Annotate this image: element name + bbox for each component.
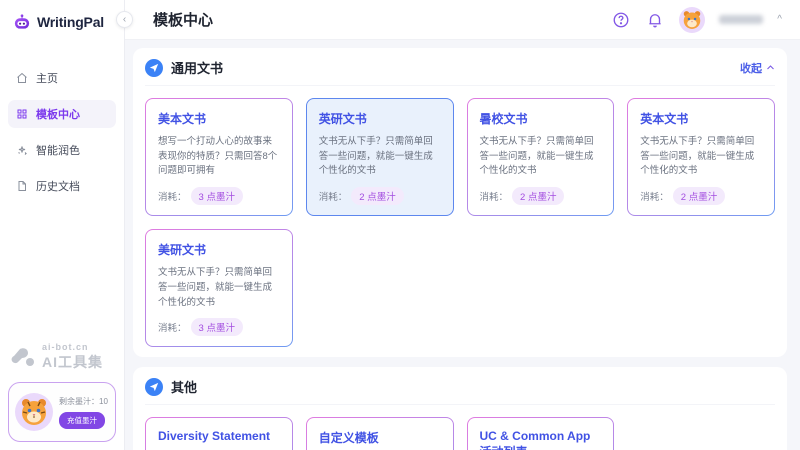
document-icon — [16, 180, 28, 192]
sparkles-icon — [16, 144, 28, 156]
section-header: 其他 — [145, 377, 775, 405]
card-title: 暑校文书 — [480, 110, 602, 127]
sidebar-item-label: 智能润色 — [36, 142, 80, 158]
template-card-us-undergrad[interactable]: 美本文书 想写一个打动人心的故事来表现你的特质？只需回答8个问题即可拥有 消耗：… — [145, 98, 293, 216]
cost-label: 消耗： — [640, 189, 669, 203]
cost-label: 消耗： — [158, 189, 187, 203]
template-card-uk-grad[interactable]: 英研文书 文书无从下手？只需简单回答一些问题，就能一键生成个性化的文书 消耗： … — [306, 98, 454, 216]
ai-bot-logo-icon — [10, 346, 36, 368]
card-title: Diversity Statement — [158, 429, 280, 443]
section-title: 通用文书 — [171, 58, 223, 77]
card-grid-row-1: 美本文书 想写一个打动人心的故事来表现你的特质？只需回答8个问题即可拥有 消耗：… — [145, 98, 775, 216]
main-area: 模板中心 — [125, 0, 800, 450]
template-card-us-grad[interactable]: 美研文书 文书无从下手？只需简单回答一些问题，就能一键生成个性化的文书 消耗： … — [145, 229, 293, 347]
watermark-title: AI工具集 — [42, 352, 103, 372]
top-bar: 模板中心 — [125, 0, 800, 40]
card-desc: 文书无从下手？只需简单回答一些问题，就能一键生成个性化的文书 — [640, 135, 762, 179]
paper-plane-icon — [145, 378, 163, 396]
grid-icon — [16, 108, 28, 120]
card-grid-row-1: Diversity Statement 把你的独特经历告诉墨宝，就能讲述你不一样… — [145, 417, 775, 450]
watermark-domain: ai-bot.cn — [42, 342, 103, 352]
topbar-actions: ^ — [611, 7, 782, 33]
card-title: 英本文书 — [640, 110, 762, 127]
card-title: 英研文书 — [319, 110, 441, 127]
remaining-ink-label: 剩余墨汁：10 — [59, 396, 108, 407]
section-other: 其他 Diversity Statement 把你的独特经历告诉墨宝，就能讲述你… — [133, 367, 787, 450]
cost-badge: 3 点墨汁 — [191, 187, 243, 205]
chevron-up-icon[interactable]: ^ — [777, 14, 782, 25]
card-title: 自定义模板 — [319, 429, 441, 446]
recharge-ink-button[interactable]: 充值墨汁 — [59, 412, 105, 429]
sidebar-menu: 主页 模板中心 智能润色 历史文档 — [0, 64, 124, 200]
help-icon[interactable] — [611, 10, 631, 30]
chevron-up-icon — [766, 63, 775, 72]
card-desc: 想写一个打动人心的故事来表现你的特质？只需回答8个问题即可拥有 — [158, 135, 280, 179]
tiger-avatar — [15, 393, 53, 431]
sidebar-item-label: 模板中心 — [36, 106, 80, 122]
chevron-left-icon: ‹ — [123, 14, 126, 25]
collapse-section-link[interactable]: 收起 — [740, 60, 775, 76]
card-desc: 文书无从下手？只需简单回答一些问题，就能一键生成个性化的文书 — [158, 266, 280, 310]
section-header: 通用文书 收起 — [145, 58, 775, 86]
user-avatar[interactable] — [679, 7, 705, 33]
writingpal-robot-icon — [12, 12, 32, 32]
username-redacted — [719, 15, 763, 24]
bell-icon[interactable] — [645, 10, 665, 30]
section-general-essays: 通用文书 收起 美本文书 想写一个打动人心的故事来表现你的特质？只需回答8个问题… — [133, 48, 787, 357]
sidebar: WritingPal ‹ 主页 模板中心 智能润色 — [0, 0, 125, 450]
card-title: 美研文书 — [158, 241, 280, 258]
card-title: 美本文书 — [158, 110, 280, 127]
paper-plane-icon — [145, 59, 163, 77]
template-card-uc-common-app-activity-list[interactable]: UC & Common App 活动列表 总是拿捏不准限定的字数？交给我们！ 消… — [467, 417, 615, 450]
card-title: UC & Common App 活动列表 — [480, 429, 602, 450]
app-name: WritingPal — [37, 14, 104, 30]
sidebar-item-smart-polish[interactable]: 智能润色 — [8, 136, 116, 164]
template-card-uk-undergrad[interactable]: 英本文书 文书无从下手？只需简单回答一些问题，就能一键生成个性化的文书 消耗： … — [627, 98, 775, 216]
sidebar-item-label: 主页 — [36, 70, 58, 86]
card-grid-row-2: 美研文书 文书无从下手？只需简单回答一些问题，就能一键生成个性化的文书 消耗： … — [145, 229, 775, 347]
sidebar-collapse-button[interactable]: ‹ — [116, 11, 133, 28]
ink-balance-card: 剩余墨汁：10 充值墨汁 — [8, 382, 116, 442]
content-scroll-area: 通用文书 收起 美本文书 想写一个打动人心的故事来表现你的特质？只需回答8个问题… — [125, 40, 800, 450]
template-card-summer-school[interactable]: 暑校文书 文书无从下手？只需简单回答一些问题，就能一键生成个性化的文书 消耗： … — [467, 98, 615, 216]
template-card-diversity-statement[interactable]: Diversity Statement 把你的独特经历告诉墨宝，就能讲述你不一样… — [145, 417, 293, 450]
app-window: WritingPal ‹ 主页 模板中心 智能润色 — [0, 0, 800, 450]
logo[interactable]: WritingPal — [0, 0, 124, 42]
cost-label: 消耗： — [158, 320, 187, 334]
cost-badge: 2 点墨汁 — [351, 187, 403, 205]
cost-label: 消耗： — [480, 189, 509, 203]
cost-label: 消耗： — [319, 189, 348, 203]
cost-badge: 3 点墨汁 — [191, 318, 243, 336]
page-title: 模板中心 — [153, 9, 213, 30]
cost-badge: 2 点墨汁 — [512, 187, 564, 205]
sidebar-item-label: 历史文档 — [36, 178, 80, 194]
template-card-custom-template[interactable]: 自定义模板 根据自身的需求，自行设计问题的模版，并且可以保存和收藏在未来使用 消… — [306, 417, 454, 450]
sidebar-item-home[interactable]: 主页 — [8, 64, 116, 92]
card-desc: 文书无从下手？只需简单回答一些问题，就能一键生成个性化的文书 — [480, 135, 602, 179]
cost-badge: 2 点墨汁 — [673, 187, 725, 205]
sidebar-item-history-docs[interactable]: 历史文档 — [8, 172, 116, 200]
ai-bot-watermark: ai-bot.cn AI工具集 — [0, 342, 124, 382]
home-icon — [16, 72, 28, 84]
section-title: 其他 — [171, 377, 197, 396]
sidebar-item-template-center[interactable]: 模板中心 — [8, 100, 116, 128]
card-desc: 文书无从下手？只需简单回答一些问题，就能一键生成个性化的文书 — [319, 135, 441, 179]
